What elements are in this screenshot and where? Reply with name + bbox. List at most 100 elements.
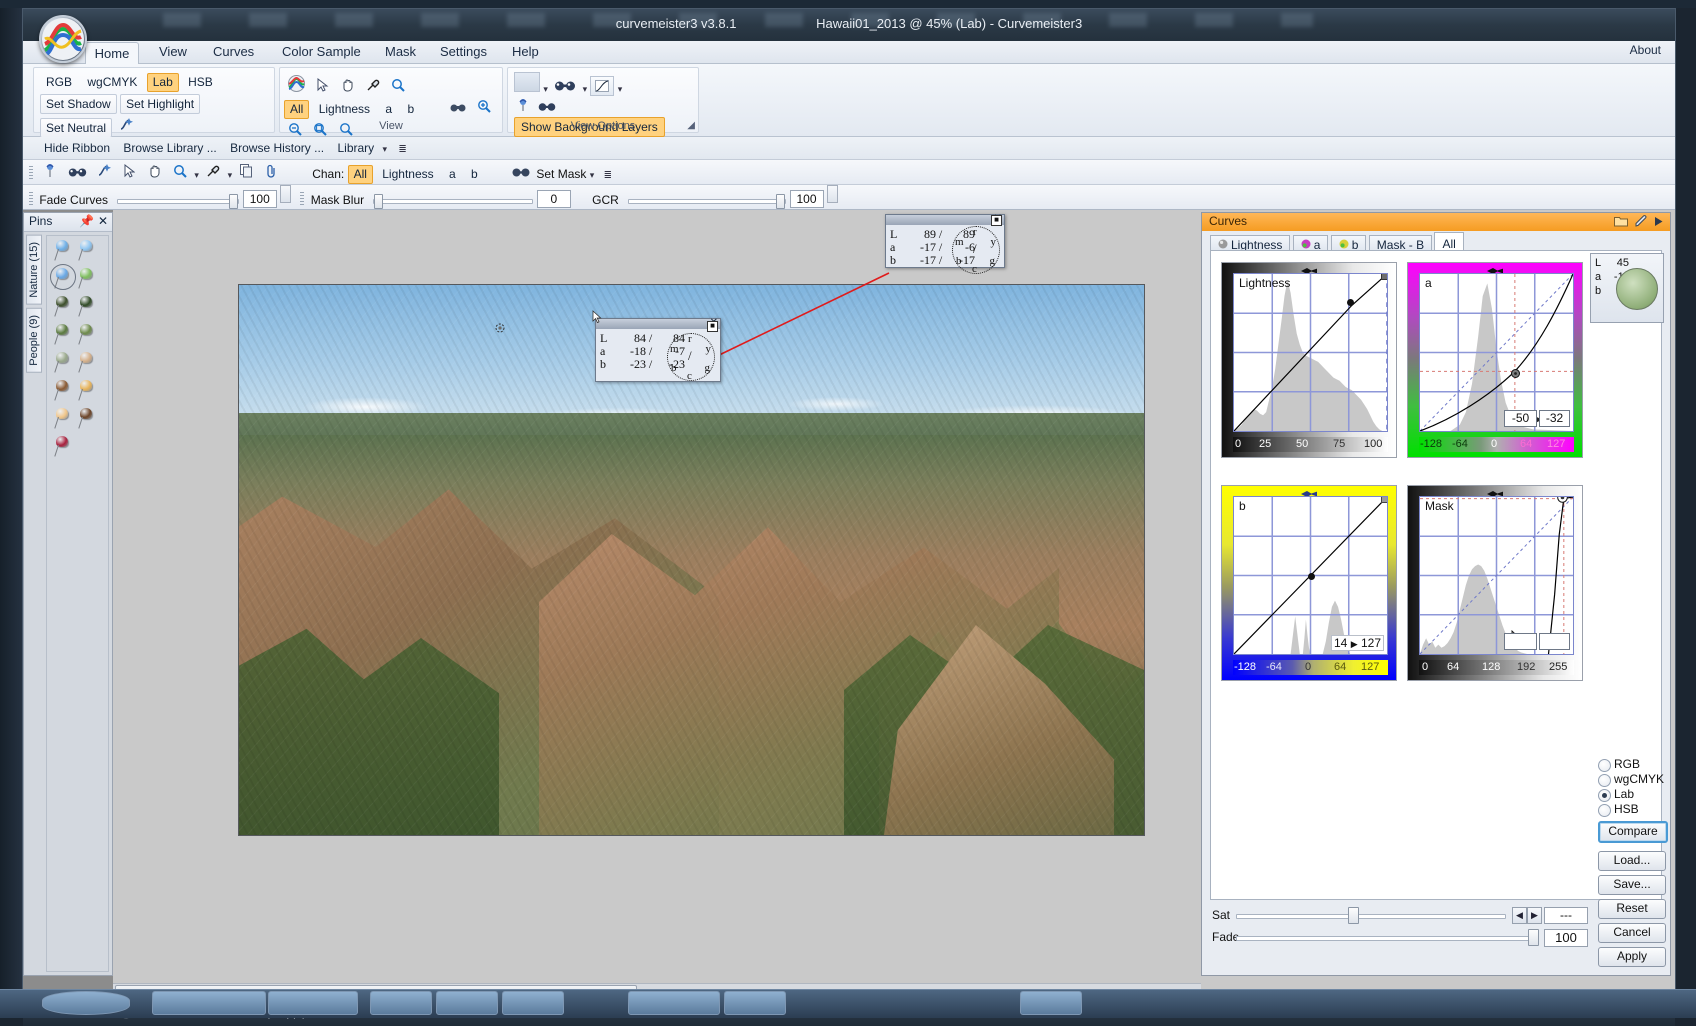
- a-control-point[interactable]: [1511, 367, 1520, 376]
- layer-thumb-icon[interactable]: [514, 72, 540, 92]
- set-shadow-button[interactable]: Set Shadow: [40, 94, 117, 114]
- magnifier-icon[interactable]: [169, 161, 191, 182]
- glasses-icon[interactable]: [65, 162, 90, 183]
- paperclip-icon[interactable]: [261, 161, 283, 182]
- color-readout-lower[interactable]: ✕ L84/84 a-18/-7 b-23/-23 r: [595, 318, 721, 382]
- curvemeister-icon[interactable]: [284, 71, 308, 95]
- taskbar-item-4[interactable]: [436, 991, 498, 1015]
- view-channel-b[interactable]: b: [401, 100, 420, 119]
- pin-item[interactable]: [77, 352, 97, 376]
- dialog-launcher-icon[interactable]: ◢: [687, 120, 695, 131]
- colorspace-rgb[interactable]: RGB: [40, 73, 78, 92]
- pins-tab-nature[interactable]: Nature (15): [26, 235, 42, 305]
- fade-curves-gripper[interactable]: [29, 192, 33, 207]
- toolstrip-channel-a[interactable]: a: [443, 165, 462, 184]
- pins-list[interactable]: [46, 235, 109, 972]
- gcr-slider[interactable]: [628, 195, 786, 205]
- a-output-value-box[interactable]: -32: [1539, 410, 1570, 427]
- glasses-icon-small[interactable]: [535, 96, 559, 117]
- mask-blur-gripper[interactable]: [300, 192, 304, 207]
- arrow-cursor-icon[interactable]: [118, 161, 140, 182]
- a-plot[interactable]: a -50 ▶ -32: [1419, 273, 1574, 432]
- colorspace-hsb[interactable]: HSB: [182, 73, 219, 92]
- pin-item[interactable]: [53, 324, 73, 348]
- browse-library-link[interactable]: Browse Library ...: [118, 137, 221, 159]
- binoculars-icon[interactable]: [447, 97, 469, 118]
- toolstrip-overflow-icon[interactable]: ≣: [604, 170, 612, 181]
- fade-curves-slider[interactable]: [117, 195, 239, 205]
- radio-rgb[interactable]: RGB: [1598, 757, 1664, 772]
- b-value-boxes[interactable]: 14 ▶ 127: [1331, 635, 1384, 651]
- tab-settings[interactable]: Settings: [426, 41, 501, 63]
- tab-home[interactable]: Home: [85, 42, 139, 66]
- tab-color-sample[interactable]: Color Sample: [268, 41, 375, 63]
- load-button[interactable]: Load...: [1598, 851, 1666, 871]
- tab-mask[interactable]: Mask: [371, 41, 430, 63]
- save-button[interactable]: Save...: [1598, 875, 1666, 895]
- chevron-down-icon-mask[interactable]: ▾: [590, 170, 595, 180]
- b-plot[interactable]: b 14 ▶ 127: [1233, 496, 1388, 655]
- mask-gamma-marker[interactable]: [1487, 487, 1503, 495]
- colorspace-lab[interactable]: Lab: [147, 73, 179, 92]
- pin-item[interactable]: [53, 380, 73, 404]
- magnifier-icon[interactable]: [387, 74, 409, 95]
- toolstrip-gripper[interactable]: [29, 166, 33, 181]
- pin-item[interactable]: [53, 352, 73, 376]
- a-curve-widget[interactable]: a -50 ▶ -32 -128 -64 0 64 127: [1407, 262, 1583, 458]
- mask-plot[interactable]: Mask: [1419, 496, 1574, 655]
- pin-item[interactable]: [53, 240, 73, 264]
- arrow-right-icon[interactable]: ▶: [1527, 907, 1542, 924]
- fade-curves-spinner[interactable]: [280, 185, 291, 203]
- browse-history-link[interactable]: Browse History ...: [225, 137, 329, 159]
- pin-item[interactable]: [77, 324, 97, 348]
- pin-item[interactable]: [53, 408, 73, 432]
- colorspace-wgcmyk[interactable]: wgCMYK: [81, 73, 143, 92]
- radio-lab[interactable]: Lab: [1598, 787, 1664, 802]
- hide-ribbon-link[interactable]: Hide Ribbon: [39, 137, 115, 159]
- sat-slider[interactable]: [1236, 910, 1506, 920]
- fade-curves-value[interactable]: 100: [243, 190, 277, 208]
- mask-input-value-box[interactable]: [1504, 633, 1537, 650]
- hand-icon[interactable]: [144, 161, 166, 182]
- overflow-icon[interactable]: ≣: [398, 144, 406, 155]
- taskbar-start-button[interactable]: [42, 991, 130, 1015]
- a-input-value-box[interactable]: -50: [1504, 410, 1537, 427]
- color-readout-upper[interactable]: ✕ L89/89 a-17/-6 b-17/-17 r: [885, 214, 1005, 268]
- mask-blur-slider[interactable]: [373, 195, 533, 205]
- lightness-endpoint-handle[interactable]: [1381, 273, 1388, 280]
- curve-icon[interactable]: [590, 76, 614, 96]
- view-channel-all[interactable]: All: [284, 100, 309, 119]
- mask-blur-thumb[interactable]: [374, 194, 383, 209]
- mask-curve-widget[interactable]: Mask 0 64 128 192 255: [1407, 485, 1583, 681]
- library-link[interactable]: Library: [332, 137, 379, 159]
- pin-item[interactable]: [77, 380, 97, 404]
- arrow-cursor-icon[interactable]: [311, 74, 333, 95]
- zoom-in-icon[interactable]: [473, 95, 495, 116]
- pins-tab-people[interactable]: People (9): [26, 308, 42, 373]
- taskbar-item-2[interactable]: [268, 991, 358, 1015]
- pin-icon[interactable]: [514, 94, 532, 115]
- pin-item[interactable]: [77, 268, 97, 292]
- radio-wgcmyk[interactable]: wgCMYK: [1598, 772, 1664, 787]
- taskbar-item-8[interactable]: [1020, 991, 1082, 1015]
- b-endpoint-handle[interactable]: [1381, 496, 1388, 503]
- auto-curve-icon[interactable]: [93, 160, 115, 181]
- eyedropper-icon[interactable]: [202, 161, 224, 182]
- radio-hsb[interactable]: HSB: [1598, 802, 1664, 817]
- pin-item[interactable]: [53, 296, 73, 320]
- pin-item[interactable]: [53, 436, 73, 460]
- hand-icon[interactable]: [337, 74, 359, 95]
- color-readout-upper-titlebar[interactable]: ✕: [886, 215, 1004, 225]
- gcr-spinner[interactable]: [827, 185, 838, 203]
- about-link[interactable]: About: [1630, 43, 1661, 57]
- view-channel-a[interactable]: a: [379, 100, 398, 119]
- set-highlight-button[interactable]: Set Highlight: [120, 94, 200, 114]
- color-readout-lower-titlebar[interactable]: ✕: [596, 319, 720, 329]
- sat-value[interactable]: ---: [1544, 907, 1588, 924]
- pin-item[interactable]: [77, 240, 97, 264]
- taskbar-item-3[interactable]: [370, 991, 432, 1015]
- pencil-icon[interactable]: [1635, 214, 1650, 228]
- chevron-down-icon-dropper[interactable]: ▾: [228, 170, 233, 180]
- copy-icon[interactable]: [236, 161, 258, 182]
- mask-blur-value[interactable]: 0: [537, 190, 571, 208]
